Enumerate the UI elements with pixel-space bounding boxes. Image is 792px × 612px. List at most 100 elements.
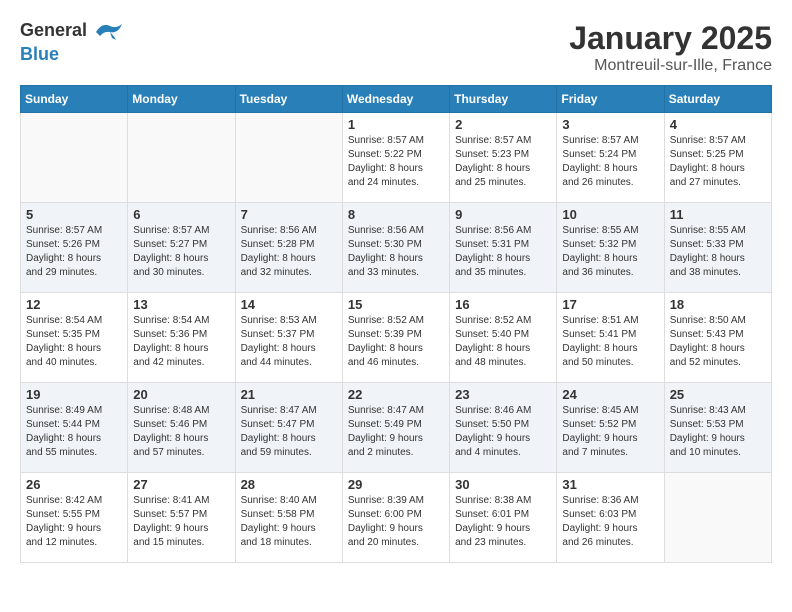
day-number: 13 — [133, 297, 229, 312]
calendar-week-row: 5 Sunrise: 8:57 AM Sunset: 5:26 PM Daylig… — [21, 203, 772, 293]
day-info: Sunrise: 8:55 AM Sunset: 5:32 PM Dayligh… — [562, 224, 658, 280]
day-number: 21 — [241, 387, 337, 402]
day-number: 31 — [562, 477, 658, 492]
calendar-day-cell: 19 Sunrise: 8:49 AM Sunset: 5:44 PM Dayli… — [21, 383, 128, 473]
day-number: 22 — [348, 387, 444, 402]
calendar-day-cell: 8Sunrise: 8:56 AM Sunset: 5:30 PM Daylig… — [342, 203, 449, 293]
calendar-day-cell — [664, 473, 771, 563]
day-info: Sunrise: 8:45 AM Sunset: 5:52 PM Dayligh… — [562, 404, 658, 460]
calendar-week-row: 12Sunrise: 8:54 AM Sunset: 5:35 PM Dayli… — [21, 293, 772, 383]
calendar-day-cell: 25 Sunrise: 8:43 AM Sunset: 5:53 PM Dayli… — [664, 383, 771, 473]
calendar-day-cell: 16Sunrise: 8:52 AM Sunset: 5:40 PM Dayli… — [450, 293, 557, 383]
calendar-day-cell: 31 Sunrise: 8:36 AM Sunset: 6:03 PM Dayli… — [557, 473, 664, 563]
day-info: Sunrise: 8:49 AM Sunset: 5:44 PM Dayligh… — [26, 404, 122, 460]
title-block: January 2025 Montreuil-sur-Ille, France — [569, 20, 772, 75]
header-sunday: Sunday — [21, 86, 128, 113]
header-saturday: Saturday — [664, 86, 771, 113]
day-info: Sunrise: 8:57 AM Sunset: 5:24 PM Dayligh… — [562, 134, 658, 190]
calendar-header-row: SundayMondayTuesdayWednesdayThursdayFrid… — [21, 86, 772, 113]
day-number: 4 — [670, 117, 766, 132]
day-info: Sunrise: 8:54 AM Sunset: 5:36 PM Dayligh… — [133, 314, 229, 370]
calendar-day-cell: 4 Sunrise: 8:57 AM Sunset: 5:25 PM Daylig… — [664, 113, 771, 203]
day-number: 30 — [455, 477, 551, 492]
day-number: 7 — [241, 207, 337, 222]
logo-blue: Blue — [20, 44, 59, 64]
day-info: Sunrise: 8:51 AM Sunset: 5:41 PM Dayligh… — [562, 314, 658, 370]
day-info: Sunrise: 8:56 AM Sunset: 5:31 PM Dayligh… — [455, 224, 551, 280]
calendar-day-cell: 18 Sunrise: 8:50 AM Sunset: 5:43 PM Dayli… — [664, 293, 771, 383]
day-info: Sunrise: 8:40 AM Sunset: 5:58 PM Dayligh… — [241, 494, 337, 550]
day-info: Sunrise: 8:57 AM Sunset: 5:23 PM Dayligh… — [455, 134, 551, 190]
day-number: 10 — [562, 207, 658, 222]
calendar-day-cell: 10 Sunrise: 8:55 AM Sunset: 5:32 PM Dayli… — [557, 203, 664, 293]
day-number: 5 — [26, 207, 122, 222]
day-number: 28 — [241, 477, 337, 492]
header-friday: Friday — [557, 86, 664, 113]
day-info: Sunrise: 8:46 AM Sunset: 5:50 PM Dayligh… — [455, 404, 551, 460]
calendar-day-cell: 13 Sunrise: 8:54 AM Sunset: 5:36 PM Dayli… — [128, 293, 235, 383]
location-subtitle: Montreuil-sur-Ille, France — [569, 57, 772, 75]
day-number: 11 — [670, 207, 766, 222]
day-number: 15 — [348, 297, 444, 312]
day-info: Sunrise: 8:38 AM Sunset: 6:01 PM Dayligh… — [455, 494, 551, 550]
day-number: 26 — [26, 477, 122, 492]
day-info: Sunrise: 8:55 AM Sunset: 5:33 PM Dayligh… — [670, 224, 766, 280]
calendar-day-cell: 9 Sunrise: 8:56 AM Sunset: 5:31 PM Daylig… — [450, 203, 557, 293]
header-monday: Monday — [128, 86, 235, 113]
day-info: Sunrise: 8:47 AM Sunset: 5:49 PM Dayligh… — [348, 404, 444, 460]
day-number: 9 — [455, 207, 551, 222]
day-number: 27 — [133, 477, 229, 492]
calendar-day-cell: 5 Sunrise: 8:57 AM Sunset: 5:26 PM Daylig… — [21, 203, 128, 293]
day-number: 1 — [348, 117, 444, 132]
calendar-day-cell: 1 Sunrise: 8:57 AM Sunset: 5:22 PM Daylig… — [342, 113, 449, 203]
day-number: 19 — [26, 387, 122, 402]
day-info: Sunrise: 8:57 AM Sunset: 5:22 PM Dayligh… — [348, 134, 444, 190]
calendar-day-cell: 30 Sunrise: 8:38 AM Sunset: 6:01 PM Dayli… — [450, 473, 557, 563]
day-info: Sunrise: 8:42 AM Sunset: 5:55 PM Dayligh… — [26, 494, 122, 550]
calendar-day-cell: 20 Sunrise: 8:48 AM Sunset: 5:46 PM Dayli… — [128, 383, 235, 473]
calendar-day-cell: 2 Sunrise: 8:57 AM Sunset: 5:23 PM Daylig… — [450, 113, 557, 203]
day-info: Sunrise: 8:57 AM Sunset: 5:26 PM Dayligh… — [26, 224, 122, 280]
day-number: 14 — [241, 297, 337, 312]
calendar-day-cell — [21, 113, 128, 203]
day-info: Sunrise: 8:43 AM Sunset: 5:53 PM Dayligh… — [670, 404, 766, 460]
logo-bird-icon — [94, 20, 124, 44]
logo-text: General Blue — [20, 20, 126, 65]
day-number: 20 — [133, 387, 229, 402]
day-number: 17 — [562, 297, 658, 312]
day-number: 25 — [670, 387, 766, 402]
logo-general: General — [20, 20, 87, 40]
day-number: 3 — [562, 117, 658, 132]
calendar-day-cell: 15 Sunrise: 8:52 AM Sunset: 5:39 PM Dayli… — [342, 293, 449, 383]
day-number: 24 — [562, 387, 658, 402]
calendar-day-cell: 24 Sunrise: 8:45 AM Sunset: 5:52 PM Dayli… — [557, 383, 664, 473]
day-info: Sunrise: 8:47 AM Sunset: 5:47 PM Dayligh… — [241, 404, 337, 460]
calendar-week-row: 26 Sunrise: 8:42 AM Sunset: 5:55 PM Dayli… — [21, 473, 772, 563]
day-info: Sunrise: 8:41 AM Sunset: 5:57 PM Dayligh… — [133, 494, 229, 550]
calendar-day-cell: 12Sunrise: 8:54 AM Sunset: 5:35 PM Dayli… — [21, 293, 128, 383]
day-number: 6 — [133, 207, 229, 222]
day-number: 8 — [348, 207, 444, 222]
day-number: 2 — [455, 117, 551, 132]
day-info: Sunrise: 8:57 AM Sunset: 5:25 PM Dayligh… — [670, 134, 766, 190]
calendar-day-cell: 22 Sunrise: 8:47 AM Sunset: 5:49 PM Dayli… — [342, 383, 449, 473]
day-info: Sunrise: 8:36 AM Sunset: 6:03 PM Dayligh… — [562, 494, 658, 550]
calendar-day-cell: 26 Sunrise: 8:42 AM Sunset: 5:55 PM Dayli… — [21, 473, 128, 563]
header-thursday: Thursday — [450, 86, 557, 113]
header-tuesday: Tuesday — [235, 86, 342, 113]
header-wednesday: Wednesday — [342, 86, 449, 113]
day-info: Sunrise: 8:48 AM Sunset: 5:46 PM Dayligh… — [133, 404, 229, 460]
day-number: 23 — [455, 387, 551, 402]
calendar-day-cell: 28 Sunrise: 8:40 AM Sunset: 5:58 PM Dayli… — [235, 473, 342, 563]
calendar-day-cell: 17 Sunrise: 8:51 AM Sunset: 5:41 PM Dayli… — [557, 293, 664, 383]
day-info: Sunrise: 8:54 AM Sunset: 5:35 PM Dayligh… — [26, 314, 122, 370]
day-info: Sunrise: 8:52 AM Sunset: 5:39 PM Dayligh… — [348, 314, 444, 370]
day-number: 18 — [670, 297, 766, 312]
day-info: Sunrise: 8:53 AM Sunset: 5:37 PM Dayligh… — [241, 314, 337, 370]
logo: General Blue — [20, 20, 126, 65]
day-info: Sunrise: 8:56 AM Sunset: 5:28 PM Dayligh… — [241, 224, 337, 280]
day-info: Sunrise: 8:39 AM Sunset: 6:00 PM Dayligh… — [348, 494, 444, 550]
calendar-day-cell — [128, 113, 235, 203]
calendar-day-cell — [235, 113, 342, 203]
day-info: Sunrise: 8:50 AM Sunset: 5:43 PM Dayligh… — [670, 314, 766, 370]
